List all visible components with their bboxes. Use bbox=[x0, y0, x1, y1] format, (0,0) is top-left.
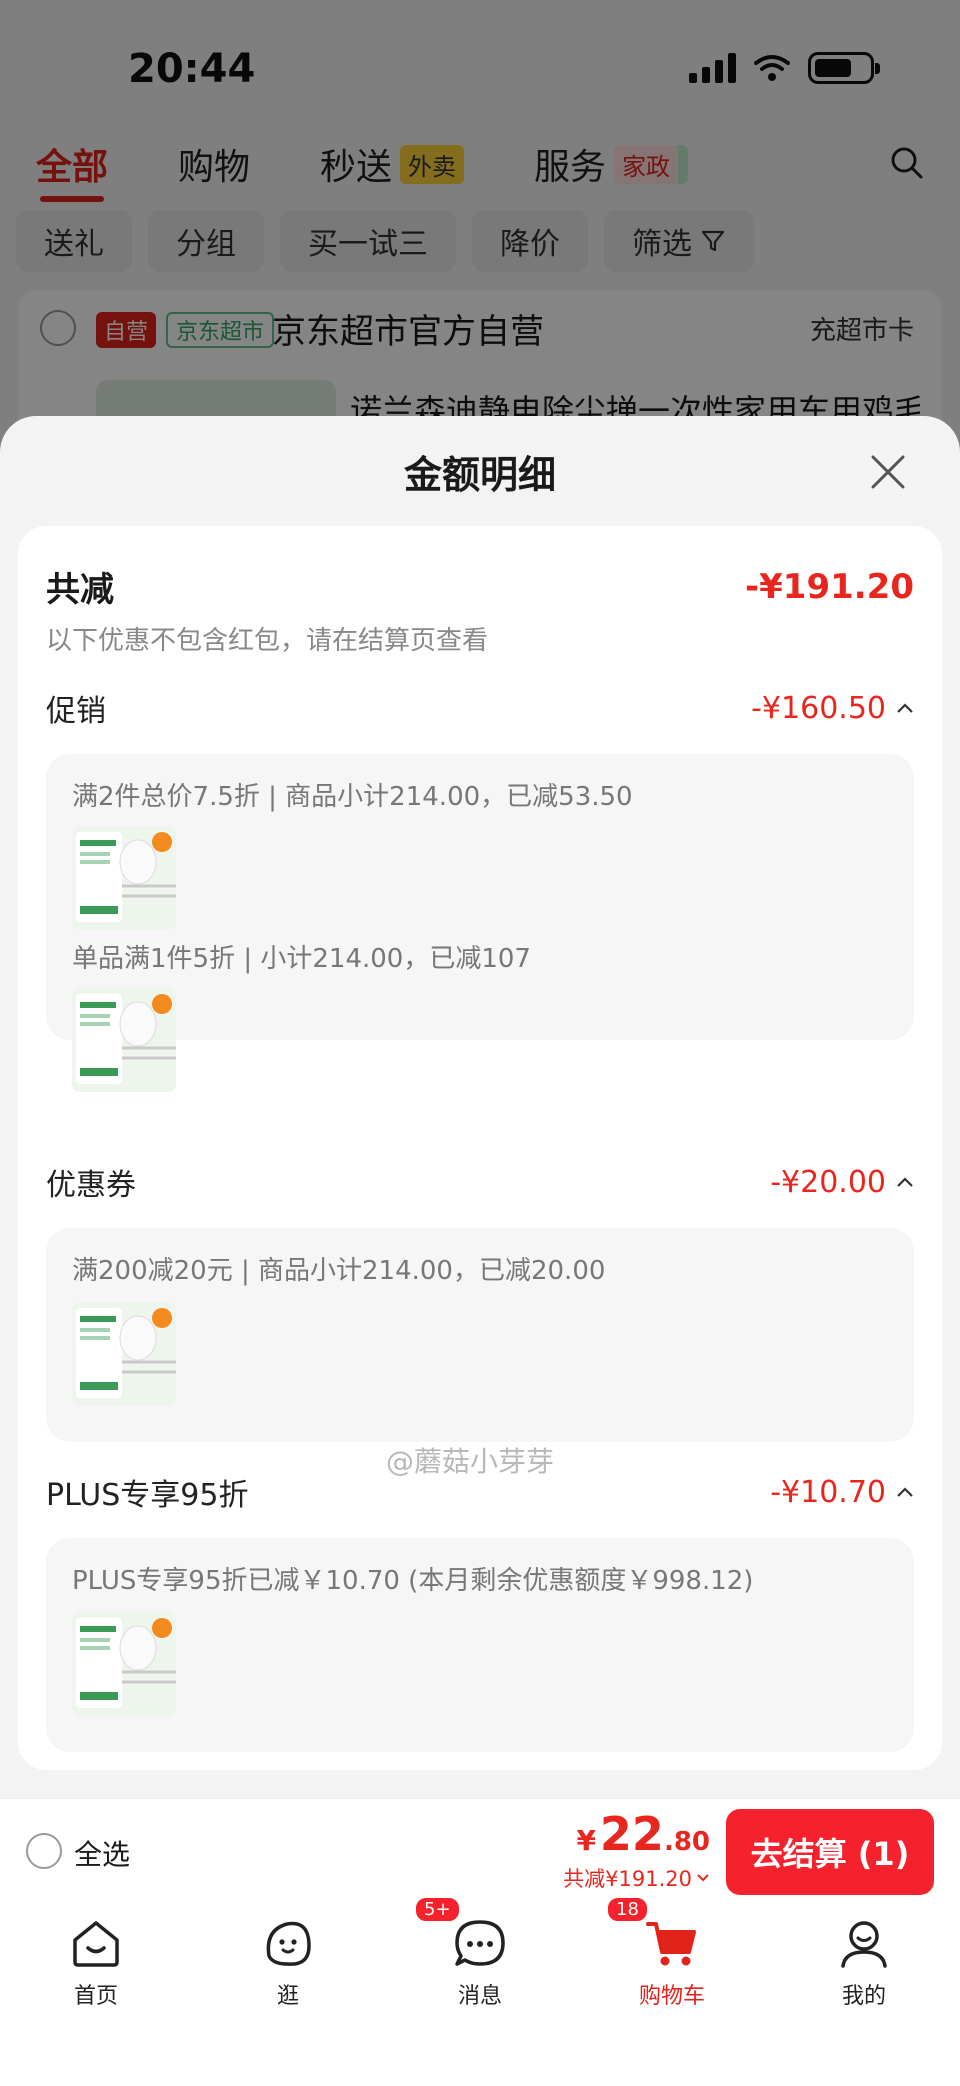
product-image bbox=[72, 988, 176, 1092]
section-label: 优惠券 bbox=[46, 1168, 136, 1203]
nav-item-profile[interactable]: 我的 bbox=[768, 1902, 960, 2012]
price-decimal: .80 bbox=[663, 1827, 710, 1857]
chevron-up-icon bbox=[897, 1487, 913, 1497]
nav-label: 购物车 bbox=[638, 1984, 705, 2009]
product-image bbox=[72, 1302, 176, 1406]
select-all-radio[interactable] bbox=[26, 1833, 62, 1869]
product-image bbox=[72, 1612, 176, 1716]
home-icon bbox=[73, 1921, 119, 1967]
promotion-detail-box: 满2件总价7.5折 | 商品小计214.00，已减53.50 单品满1件5折 |… bbox=[46, 754, 914, 1092]
product-thumbnail[interactable] bbox=[72, 1302, 176, 1406]
coupon-header[interactable]: 优惠券 -¥20.00 bbox=[46, 1160, 914, 1204]
chevron-down-icon bbox=[697, 1874, 709, 1882]
message-badge: 5+ bbox=[414, 1896, 461, 1923]
promotion-line: 单品满1件5折 | 小计214.00，已减107 bbox=[72, 944, 531, 974]
nav-label: 首页 bbox=[73, 1984, 118, 2009]
nav-item-cart[interactable]: 18 购物车 bbox=[576, 1896, 768, 2012]
nav-label: 逛 bbox=[276, 1984, 299, 2009]
product-thumbnail[interactable] bbox=[72, 826, 176, 930]
checkout-button[interactable]: 去结算 (1) bbox=[726, 1809, 934, 1895]
nav-item-messages[interactable]: 5+ 消息 bbox=[384, 1896, 576, 2012]
bottom-nav: 首页 逛 5+ 消息 18 购物车 我的 bbox=[0, 1896, 960, 2086]
section-value: -¥160.50 bbox=[751, 690, 886, 726]
profile-icon bbox=[841, 1921, 887, 1968]
chevron-up-icon bbox=[897, 703, 913, 713]
section-value: -¥20.00 bbox=[770, 1164, 886, 1200]
product-image bbox=[72, 826, 176, 930]
saved-amount-toggle[interactable]: 共减¥191.20 bbox=[563, 1863, 710, 1893]
checkout-bar: 全选 ¥ 22 .80 共减¥191.20 去结算 (1) bbox=[0, 1798, 960, 1902]
watermark: @蘑菇小芽芽 bbox=[386, 1445, 555, 1478]
total-discount-value: -¥191.20 bbox=[745, 566, 914, 607]
total-price: ¥ 22 .80 bbox=[576, 1807, 710, 1861]
message-icon bbox=[455, 1920, 505, 1966]
promotion-line: 满2件总价7.5折 | 商品小计214.00，已减53.50 bbox=[72, 782, 633, 812]
close-icon[interactable] bbox=[868, 452, 908, 492]
section-label: 促销 bbox=[46, 694, 106, 729]
price-currency: ¥ bbox=[576, 1824, 596, 1857]
saved-amount: 共减¥191.20 bbox=[563, 1867, 692, 1891]
cart-badge: 18 bbox=[606, 1896, 649, 1923]
total-discount-row: 共减 -¥191.20 bbox=[46, 562, 914, 611]
sheet-header: 金额明细 bbox=[0, 416, 960, 526]
price-integer: 22 bbox=[599, 1807, 664, 1861]
product-thumbnail[interactable] bbox=[72, 988, 176, 1092]
nav-label: 消息 bbox=[457, 1984, 502, 2009]
nav-item-browse[interactable]: 逛 bbox=[192, 1902, 384, 2012]
product-thumbnail[interactable] bbox=[72, 1612, 176, 1716]
discount-detail-card: 共减 -¥191.20 以下优惠不包含红包，请在结算页查看 促销 -¥160.5… bbox=[18, 526, 942, 1770]
checkout-button-label: 去结算 (1) bbox=[750, 1835, 910, 1873]
browse-face-icon bbox=[266, 1921, 311, 1966]
select-all-label[interactable]: 全选 bbox=[74, 1833, 130, 1873]
sheet-title: 金额明细 bbox=[403, 452, 556, 497]
plus-line: PLUS专享95折已减￥10.70 (本月剩余优惠额度￥998.12) bbox=[72, 1566, 754, 1596]
discount-note: 以下优惠不包含红包，请在结算页查看 bbox=[46, 626, 489, 656]
section-label: PLUS专享95折 bbox=[46, 1478, 249, 1513]
promotion-header[interactable]: 促销 -¥160.50 bbox=[46, 686, 914, 730]
plus-detail-box: PLUS专享95折已减￥10.70 (本月剩余优惠额度￥998.12) bbox=[46, 1538, 914, 1752]
nav-label: 我的 bbox=[841, 1984, 886, 2009]
section-value: -¥10.70 bbox=[770, 1474, 886, 1510]
cart-icon bbox=[646, 1922, 696, 1966]
chevron-up-icon bbox=[897, 1177, 913, 1187]
amount-detail-sheet: 金额明细 共减 -¥191.20 以下优惠不包含红包，请在结算页查看 促销 -¥… bbox=[0, 416, 960, 1798]
nav-item-home[interactable]: 首页 bbox=[0, 1902, 192, 2012]
total-discount-label: 共减 bbox=[46, 570, 114, 610]
coupon-line: 满200减20元 | 商品小计214.00，已减20.00 bbox=[72, 1256, 606, 1286]
coupon-detail-box: 满200减20元 | 商品小计214.00，已减20.00 bbox=[46, 1228, 914, 1442]
